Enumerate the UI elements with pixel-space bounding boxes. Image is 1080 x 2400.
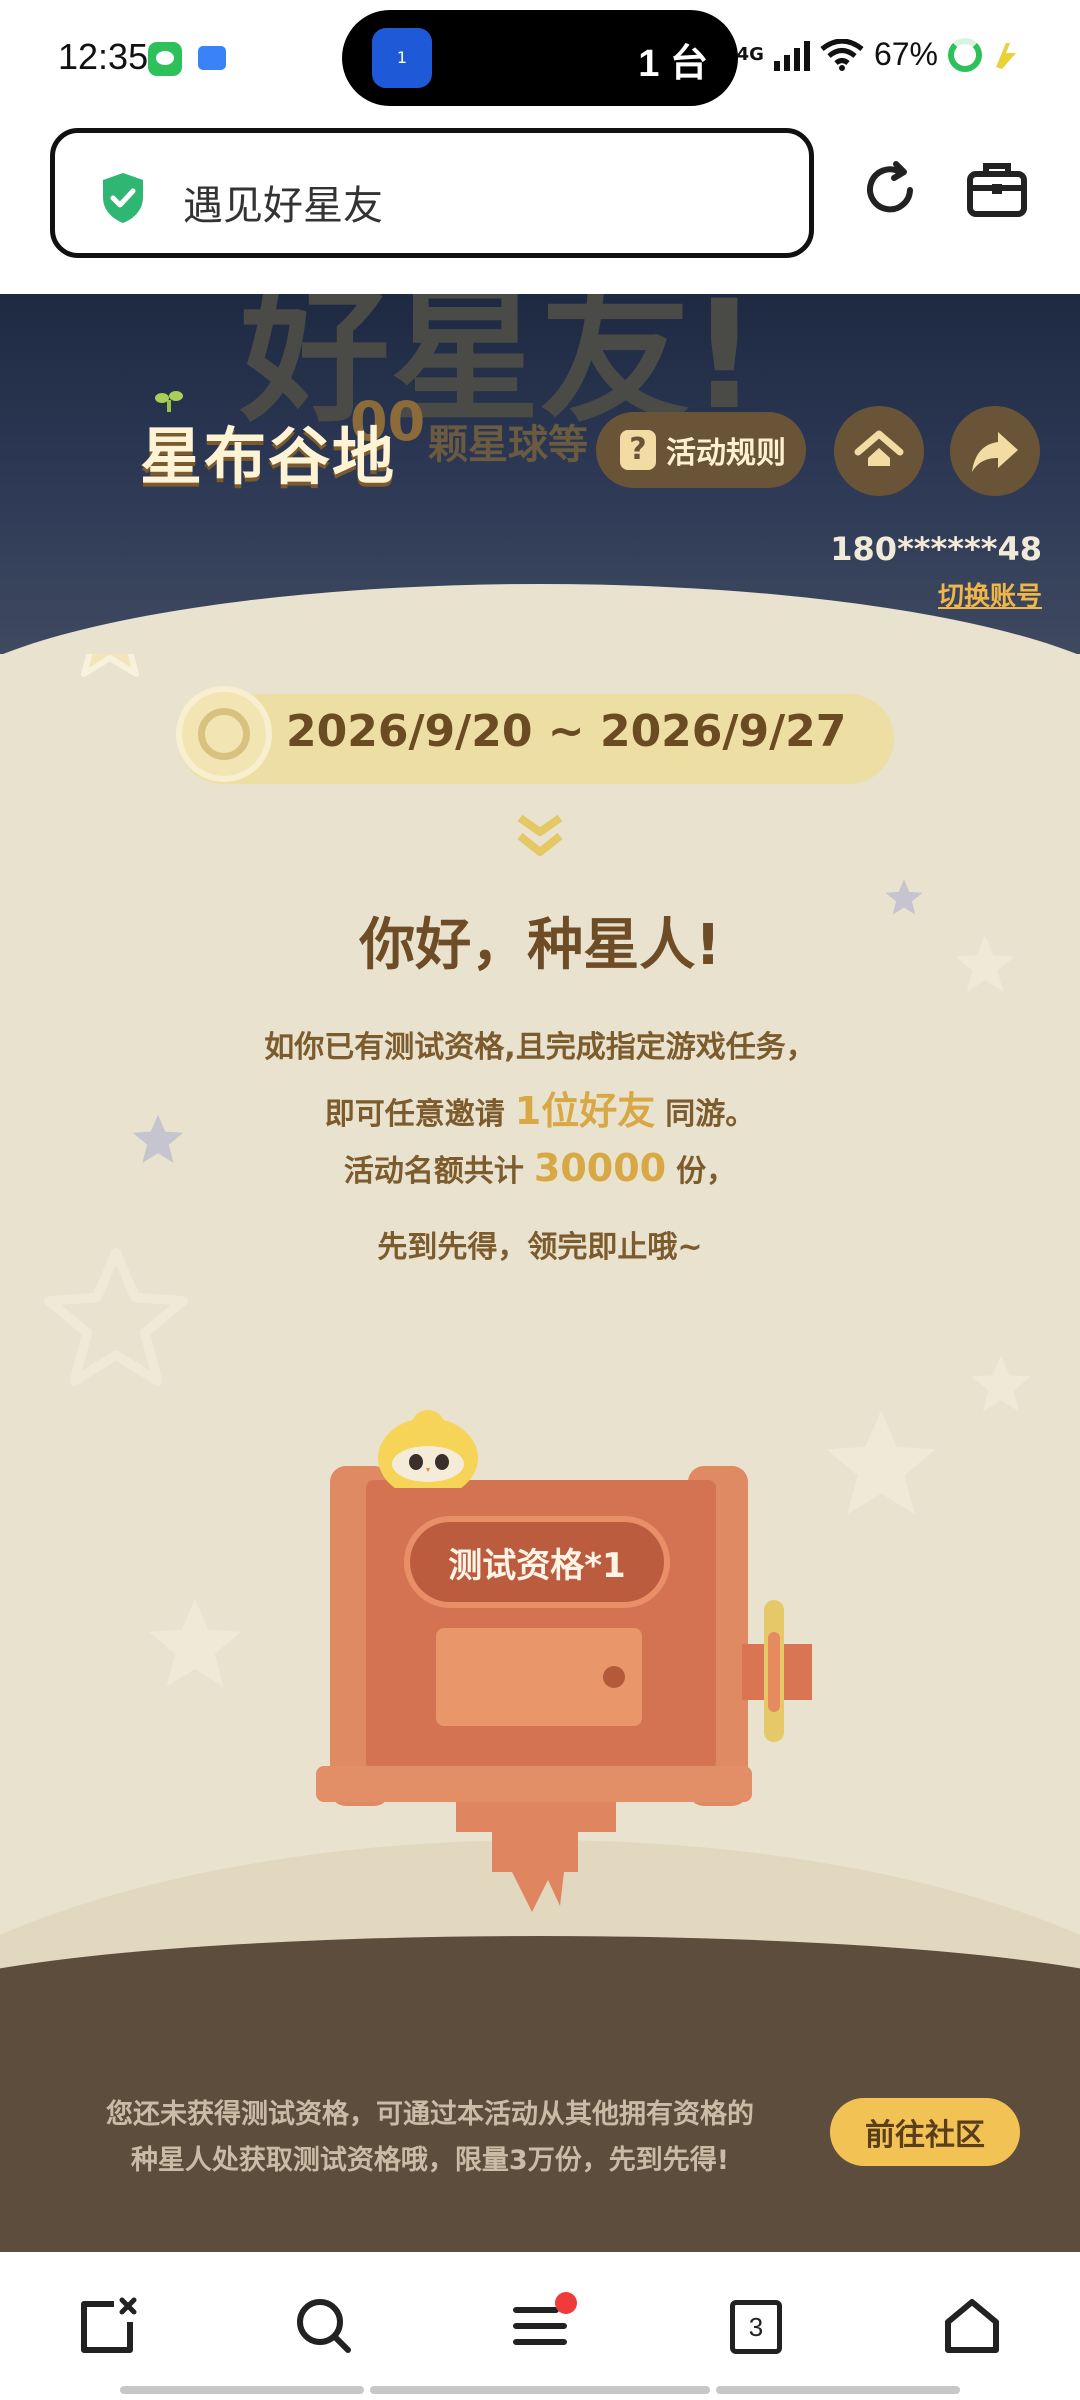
island-text: 1 台 <box>638 43 708 85</box>
search-icon[interactable] <box>294 2296 354 2356</box>
friend-count-highlight: 1位好友 <box>514 1089 656 1133</box>
home-icon <box>854 430 904 466</box>
gesture-bar <box>370 2386 710 2394</box>
page-title: 遇见好星友 <box>183 183 383 229</box>
reload-icon[interactable] <box>858 158 922 222</box>
qualification-notice: 您还未获得测试资格，可通过本活动从其他拥有资格的 种星人处获取测试资格哦，限量3… <box>80 2092 780 2184</box>
date-range: 2026/9/20 ~ 2026/9/27 <box>286 706 847 757</box>
message-icon <box>198 46 226 70</box>
chick-mascot-icon <box>378 1410 478 1488</box>
browser-bottom-nav: 3 <box>0 2252 1080 2400</box>
description-line-2: 即可任意邀请 1位好友 同游。 <box>0 1080 1080 1135</box>
charging-bolt-icon <box>996 42 1016 69</box>
account-number: 180******48 <box>830 530 1042 568</box>
home-button[interactable] <box>834 406 924 496</box>
share-button[interactable] <box>950 406 1040 496</box>
broadcast-icon: 1 <box>372 28 432 88</box>
switch-account-link[interactable]: 切换账号 <box>938 576 1042 613</box>
banner-curve <box>0 584 1080 654</box>
shield-check-icon <box>103 173 143 223</box>
gesture-bar <box>120 2386 364 2394</box>
description-line-1: 如你已有测试资格,且完成指定游戏任务， <box>264 1030 816 1065</box>
line2-suffix: 同游。 <box>665 1097 756 1132</box>
status-time: 12:35 <box>58 36 149 77</box>
address-bar[interactable]: 遇见好星友 <box>50 128 814 258</box>
chevron-down-icon <box>517 814 563 856</box>
status-indicators: 4G 67% <box>737 36 1020 73</box>
dynamic-island[interactable]: 1 1 台 <box>342 10 738 106</box>
banner: 好星友! 00 颗星球等 星布谷地 ? 活动规则 <box>0 294 1080 654</box>
quota-highlight: 30000 <box>533 1146 667 1190</box>
notice-line-2: 种星人处获取测试资格哦，限量3万份，先到先得! <box>130 2145 730 2176</box>
share-arrow-icon <box>972 432 1018 472</box>
banner-background-subtitle: 颗星球等 <box>428 422 588 468</box>
activity-rules-label: 活动规则 <box>666 436 786 471</box>
clock-icon <box>176 686 272 782</box>
close-tab-icon[interactable] <box>78 2296 138 2356</box>
gesture-bar <box>716 2386 960 2394</box>
game-logo: 星布谷地 <box>140 420 397 493</box>
browser-toolbar: 遇见好星友 <box>0 118 1080 294</box>
test-qualification-label: 测试资格*1 <box>404 1516 670 1608</box>
wifi-icon <box>820 38 864 71</box>
go-to-community-button[interactable]: 前往社区 <box>830 2098 1020 2166</box>
line3-suffix: 份， <box>676 1154 737 1189</box>
notification-dot <box>555 2292 577 2314</box>
greeting-title: 你好，种星人! <box>359 913 721 978</box>
notice-line-1: 您还未获得测试资格，可通过本活动从其他拥有资格的 <box>106 2099 754 2130</box>
battery-percent: 67% <box>873 36 938 72</box>
description-line-4: 先到先得，领完即止哦~ <box>377 1230 703 1265</box>
line2-prefix: 即可任意邀请 <box>324 1097 505 1132</box>
activity-rules-button[interactable]: ? 活动规则 <box>596 412 806 488</box>
line3-prefix: 活动名额共计 <box>343 1154 524 1189</box>
status-bar: 12:35 1 1 台 4G 67% <box>0 0 1080 118</box>
home-icon[interactable] <box>942 2296 1002 2356</box>
question-icon: ? <box>620 430 656 470</box>
star-decoration-icon <box>971 1355 1031 1412</box>
toolbox-icon[interactable] <box>966 158 1028 220</box>
signal-icon <box>773 39 810 71</box>
network-type: 4G <box>736 44 764 65</box>
star-decoration-icon <box>826 1410 936 1515</box>
battery-ring-icon <box>948 37 982 72</box>
page: 12:35 1 1 台 4G 67% 遇见好星友 好星友! 00 颗星球等 星布… <box>0 0 1080 2400</box>
tabs-icon[interactable]: 3 <box>730 2300 782 2354</box>
star-decoration-icon <box>148 1598 242 1687</box>
description-line-3: 活动名额共计 30000 份， <box>0 1146 1080 1190</box>
wechat-icon <box>148 42 182 76</box>
